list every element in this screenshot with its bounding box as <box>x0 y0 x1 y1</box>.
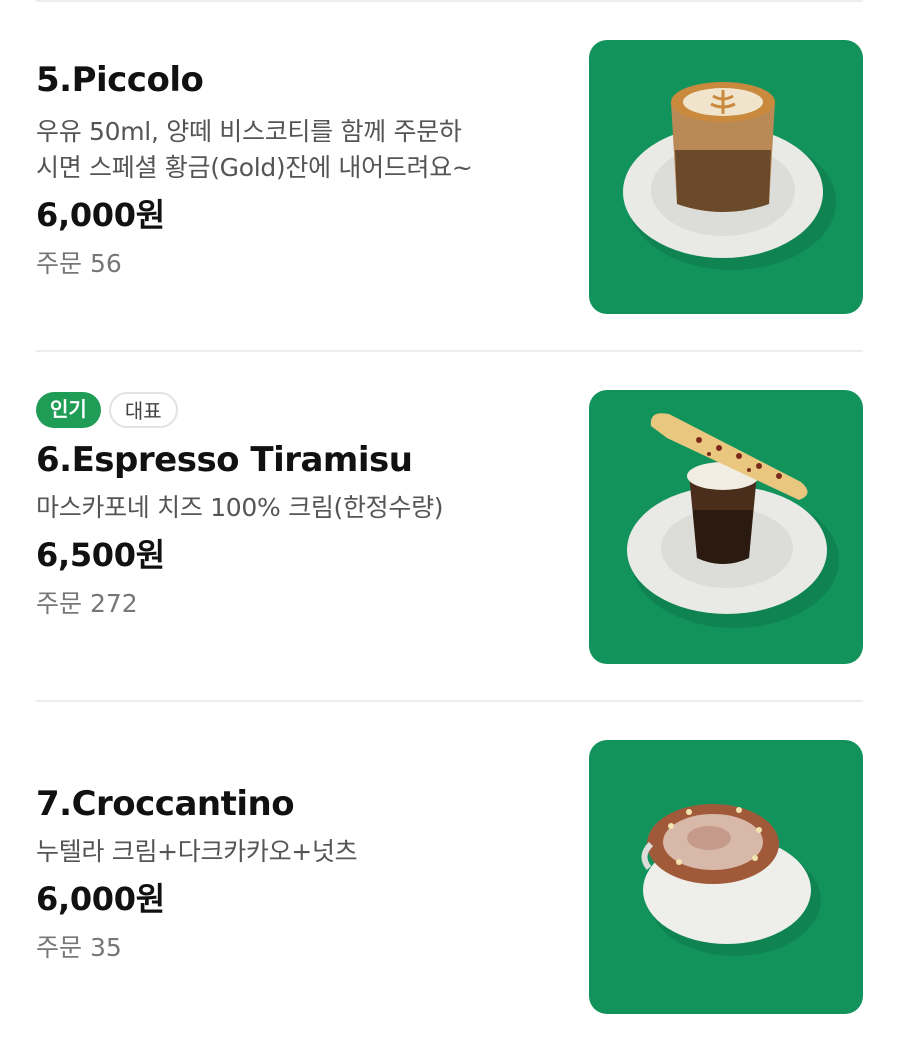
menu-item-description: 누텔라 크림+다크카카오+넛츠 <box>36 834 566 870</box>
popular-badge: 인기 <box>36 392 101 428</box>
divider <box>36 350 863 352</box>
menu-item-info: 5.Piccolo 우유 50ml, 양떼 비스코티를 함께 주문하 시면 스페… <box>36 58 566 282</box>
menu-item-order-count: 주문 272 <box>36 589 138 618</box>
menu-item-croccantino[interactable]: 7.Croccantino 누텔라 크림+다크카카오+넛츠 6,000원 주문 … <box>36 740 864 1016</box>
menu-item-piccolo[interactable]: 5.Piccolo 우유 50ml, 양떼 비스코티를 함께 주문하 시면 스페… <box>36 40 864 316</box>
piccolo-photo[interactable] <box>589 40 863 314</box>
description-line: 시면 스페셜 황금(Gold)잔에 내어드려요~ <box>36 153 473 182</box>
menu-item-price: 6,500원 <box>36 536 165 574</box>
description-line: 마스카포네 치즈 100% 크림(한정수량) <box>36 493 444 522</box>
menu-item-description: 마스카포네 치즈 100% 크림(한정수량) <box>36 490 566 526</box>
menu-item-order-count: 주문 56 <box>36 249 122 278</box>
croccantino-photo[interactable] <box>589 740 863 1014</box>
badge-row: 인기 대표 <box>36 392 566 428</box>
menu-item-name: 5.Piccolo <box>36 60 204 100</box>
menu-item-price: 6,000원 <box>36 196 165 234</box>
menu-item-price: 6,000원 <box>36 880 165 918</box>
description-line: 누텔라 크림+다크카카오+넛츠 <box>36 837 358 866</box>
menu-item-info: 인기 대표 6.Espresso Tiramisu 마스카포네 치즈 100% … <box>36 392 566 622</box>
signature-badge: 대표 <box>108 392 178 428</box>
menu-item-espresso-tiramisu[interactable]: 인기 대표 6.Espresso Tiramisu 마스카포네 치즈 100% … <box>36 390 864 666</box>
menu-item-name: 7.Croccantino <box>36 784 295 824</box>
menu-item-order-count: 주문 35 <box>36 933 122 962</box>
menu-item-info: 7.Croccantino 누텔라 크림+다크카카오+넛츠 6,000원 주문 … <box>36 782 566 966</box>
menu-item-name: 6.Espresso Tiramisu <box>36 440 413 480</box>
tiramisu-photo[interactable] <box>589 390 863 664</box>
divider <box>36 0 863 2</box>
menu-item-description: 우유 50ml, 양떼 비스코티를 함께 주문하 시면 스페셜 황금(Gold)… <box>36 114 566 186</box>
divider <box>36 700 863 702</box>
description-line: 우유 50ml, 양떼 비스코티를 함께 주문하 <box>36 117 462 146</box>
